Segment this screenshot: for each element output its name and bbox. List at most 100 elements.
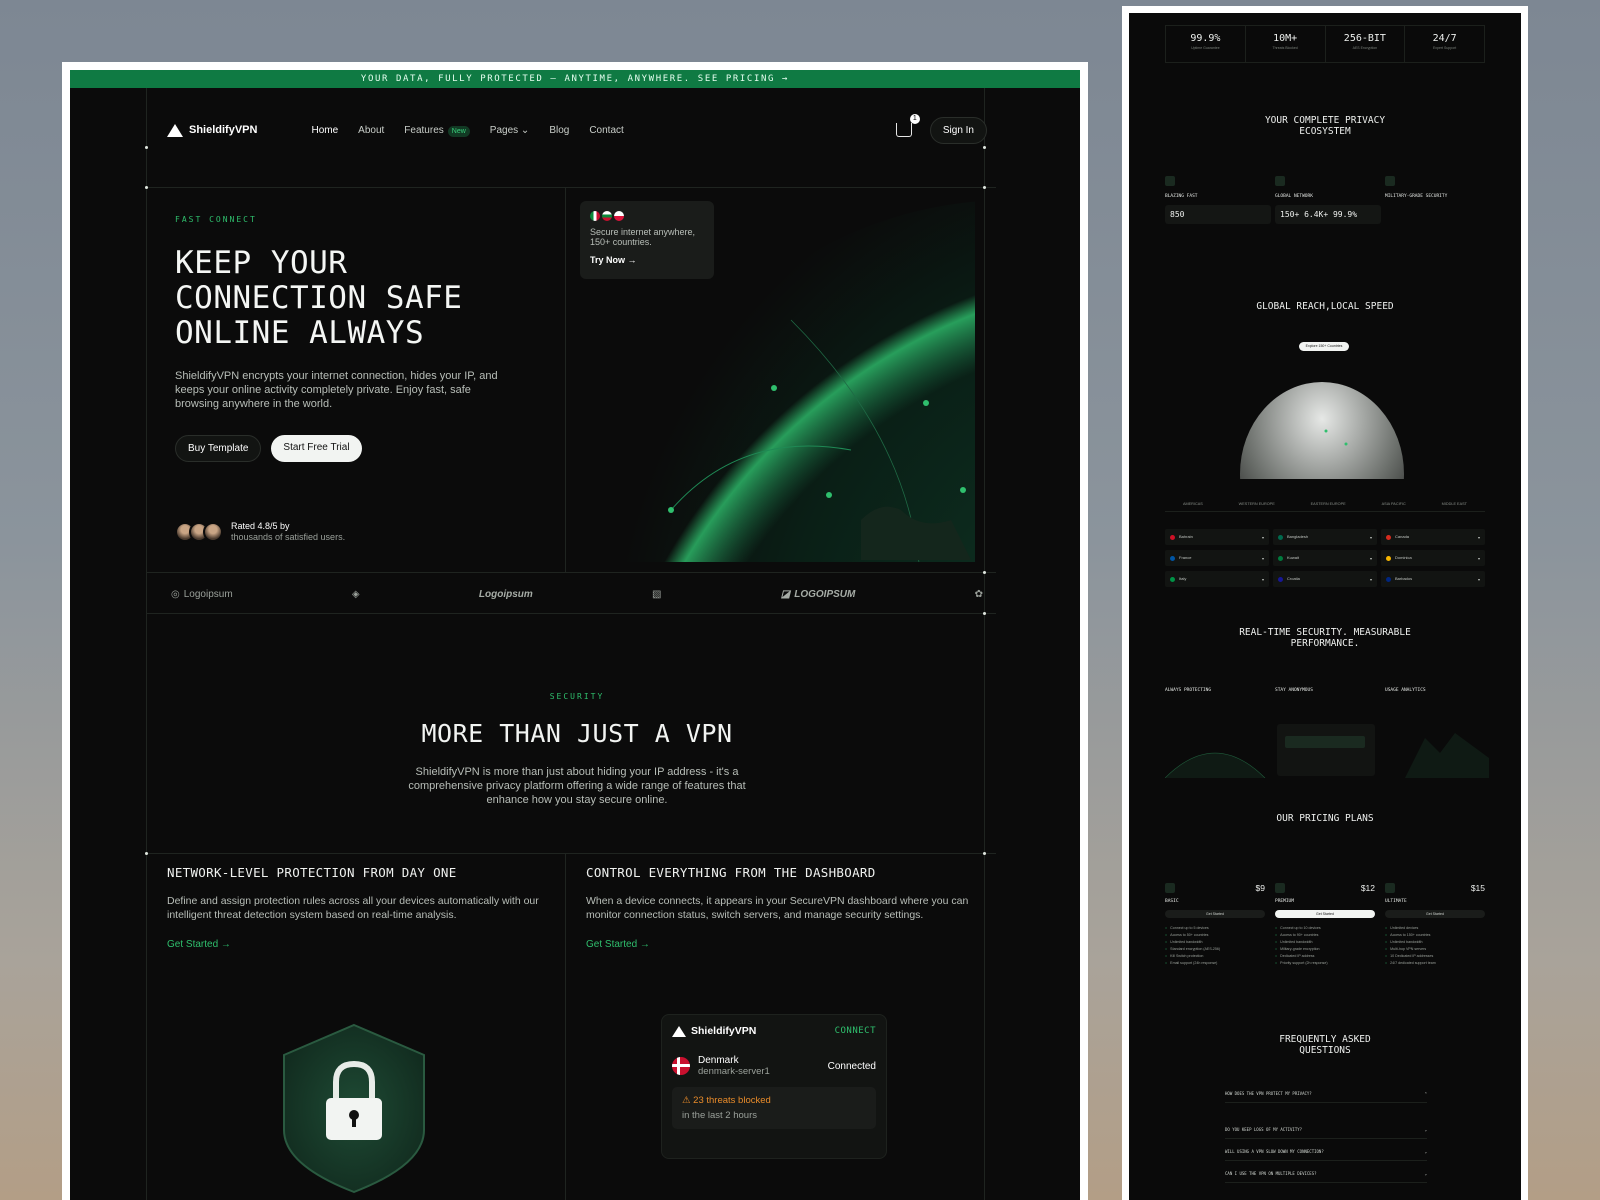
stat-value: 256-BIT	[1343, 33, 1386, 44]
nav-features[interactable]: Features New	[404, 124, 470, 137]
country-item[interactable]: France ▾	[1165, 550, 1269, 566]
metric-value: 150+ 6.4K+ 99.9%	[1280, 210, 1358, 219]
server-name: denmark-server1	[698, 1066, 770, 1077]
pricing-card-header: $15	[1385, 883, 1485, 893]
try-now-link[interactable]: Try Now →	[590, 255, 704, 265]
country-item[interactable]: Canada ▾	[1381, 529, 1485, 545]
nav-about[interactable]: About	[358, 125, 384, 136]
promo-banner[interactable]: YOUR DATA, FULLY PROTECTED — ANYTIME, AN…	[70, 70, 1080, 88]
connect-button[interactable]: CONNECT	[835, 1026, 876, 1036]
country-name: Croatia	[1287, 576, 1300, 582]
plan-feature: Unlimited devices	[1385, 926, 1485, 930]
connection-status: Connected	[827, 1060, 876, 1072]
nav-blog[interactable]: Blog	[549, 125, 569, 136]
flag-icon	[1386, 534, 1391, 540]
chevron-down-icon: ▾	[1477, 534, 1480, 540]
logo-slash-icon: ▧	[652, 588, 662, 600]
feature-card: CONTROL EVERYTHING FROM THE DASHBOARD Wh…	[586, 865, 976, 950]
rating-value: Rated 4.8/5 by	[231, 521, 290, 531]
plan-cta-button[interactable]: Get Started	[1385, 910, 1485, 918]
partner-logo: ◪ LOGOIPSUM	[781, 589, 856, 600]
plan-name: PREMIUM	[1275, 899, 1294, 904]
flag-icon	[614, 211, 624, 221]
nav-features-label: Features	[404, 124, 444, 136]
grid-line	[146, 572, 996, 573]
server-row[interactable]: Denmark denmark-server1 Connected	[672, 1055, 876, 1077]
pricing-card: $12 PREMIUM Get Started Connect up to 10…	[1275, 883, 1375, 968]
faq-question: DO YOU KEEP LOGS OF MY ACTIVITY?	[1225, 1127, 1303, 1132]
pricing-title: OUR PRICING PLANS	[1276, 813, 1374, 824]
faq-item[interactable]: DO YOU KEEP LOGS OF MY ACTIVITY? ⌄	[1225, 1127, 1427, 1139]
plan-cta-button[interactable]: Get Started	[1275, 910, 1375, 918]
start-free-trial-button[interactable]: Start Free Trial	[271, 435, 362, 462]
metric-box: 850	[1165, 205, 1271, 224]
stat-item: 256-BIT AES Encryption	[1326, 26, 1406, 62]
grid-dot	[983, 852, 986, 855]
chevron-up-icon: ⌃	[1424, 1091, 1427, 1096]
stats-bar: 99.9% Uptime Guarantee 10M+ Threats Blocke…	[1165, 25, 1485, 63]
ecosystem-card-title: GLOBAL NETWORK	[1275, 194, 1313, 199]
country-item[interactable]: Kuwait ▾	[1273, 550, 1377, 566]
hero-description: ShieldifyVPN encrypts your internet conn…	[175, 370, 498, 410]
brand-logo[interactable]: ShieldifyVPN	[167, 123, 257, 137]
region-tab[interactable]: EASTERN EUROPE	[1311, 502, 1346, 511]
region-tab[interactable]: ASIA PACIFIC	[1382, 502, 1406, 511]
rating-subtext: thousands of satisfied users.	[231, 532, 346, 542]
plan-feature: 10 Dedicated IP addresses	[1385, 954, 1485, 958]
pricing-card: $9 BASIC Get Started Connect up to 5 dev…	[1165, 883, 1265, 968]
partner-logo: ▧	[652, 589, 661, 600]
stat-label: AES Encryption	[1352, 46, 1378, 50]
faq-item[interactable]: CAN I USE THE VPN ON MULTIPLE DEVICES? ⌄	[1225, 1171, 1427, 1183]
shield-icon	[1385, 176, 1395, 186]
plan-feature: Priority support (2h response)	[1275, 961, 1375, 965]
feature-description: Define and assign protection rules acros…	[167, 895, 539, 921]
faq-item[interactable]: WILL USING A VPN SLOW DOWN MY CONNECTION…	[1225, 1149, 1427, 1161]
partner-logo: ◈	[352, 589, 360, 600]
flag-icon	[590, 211, 600, 221]
stat-label: Threats Blocked	[1272, 46, 1298, 50]
stat-value: 99.9%	[1190, 33, 1221, 44]
country-item[interactable]: Bangladesh ▾	[1273, 529, 1377, 545]
stat-value: 24/7	[1432, 33, 1457, 44]
region-tab[interactable]: AMERICAS	[1183, 502, 1203, 511]
flag-icon	[1278, 576, 1283, 582]
pricing-card-header: $12	[1275, 883, 1375, 893]
buy-template-button[interactable]: Buy Template	[175, 435, 262, 462]
security-eyebrow: SECURITY	[549, 692, 605, 701]
get-started-link[interactable]: Get Started →	[167, 939, 557, 950]
hero-section: FAST CONNECT KEEP YOUR CONNECTION SAFE O…	[175, 215, 505, 462]
cart-icon[interactable]: 1	[895, 114, 920, 137]
nav-contact[interactable]: Contact	[589, 125, 623, 136]
explore-countries-button[interactable]: Explore 150+ Countries	[1299, 342, 1349, 351]
nav-pages[interactable]: Pages ⌄	[490, 125, 530, 136]
nav-home[interactable]: Home	[311, 125, 338, 136]
server-info: Denmark denmark-server1	[698, 1055, 770, 1077]
region-tab[interactable]: MIDDLE EAST	[1442, 502, 1467, 511]
plan-features: Connect up to 5 devices Access to 50+ co…	[1165, 926, 1265, 965]
grid-dot	[145, 852, 148, 855]
threat-alert: ⚠ 23 threats blocked in the last 2 hours	[672, 1087, 876, 1129]
country-item[interactable]: Bahrain ▾	[1165, 529, 1269, 545]
country-item[interactable]: Croatia ▾	[1273, 571, 1377, 587]
nav-links: Home About Features New Pages ⌄ Blog Cont…	[311, 124, 624, 137]
stat-item: 99.9% Uptime Guarantee	[1166, 26, 1246, 62]
plan-cta-button[interactable]: Get Started	[1165, 910, 1265, 918]
plan-feature: Connect up to 10 devices	[1275, 926, 1375, 930]
threat-alert-sub: in the last 2 hours	[682, 1110, 757, 1121]
sign-in-button[interactable]: Sign In	[929, 116, 987, 144]
performance-visuals	[1165, 724, 1489, 778]
chevron-down-icon: ▾	[1369, 534, 1372, 540]
country-item[interactable]: Italy ▾	[1165, 571, 1269, 587]
ecosystem-title: YOUR COMPLETE PRIVACY ECOSYSTEM	[1264, 115, 1386, 137]
flag-icon	[1386, 555, 1391, 561]
country-item[interactable]: Barbados ▾	[1381, 571, 1485, 587]
get-started-link[interactable]: Get Started →	[586, 939, 976, 950]
hero-buttons: Buy Template Start Free Trial	[175, 435, 505, 462]
faq-item[interactable]: HOW DOES THE VPN PROTECT MY PRIVACY? ⌃	[1225, 1091, 1427, 1103]
threat-alert-title: ⚠ 23 threats blocked	[682, 1095, 866, 1106]
top-nav: ShieldifyVPN Home About Features New Page…	[167, 110, 987, 150]
performance-card-title: USAGE ANALYTICS	[1385, 688, 1426, 693]
faq-question: WILL USING A VPN SLOW DOWN MY CONNECTION…	[1225, 1149, 1324, 1154]
region-tab[interactable]: WESTERN EUROPE	[1239, 502, 1275, 511]
country-item[interactable]: Dominica ▾	[1381, 550, 1485, 566]
